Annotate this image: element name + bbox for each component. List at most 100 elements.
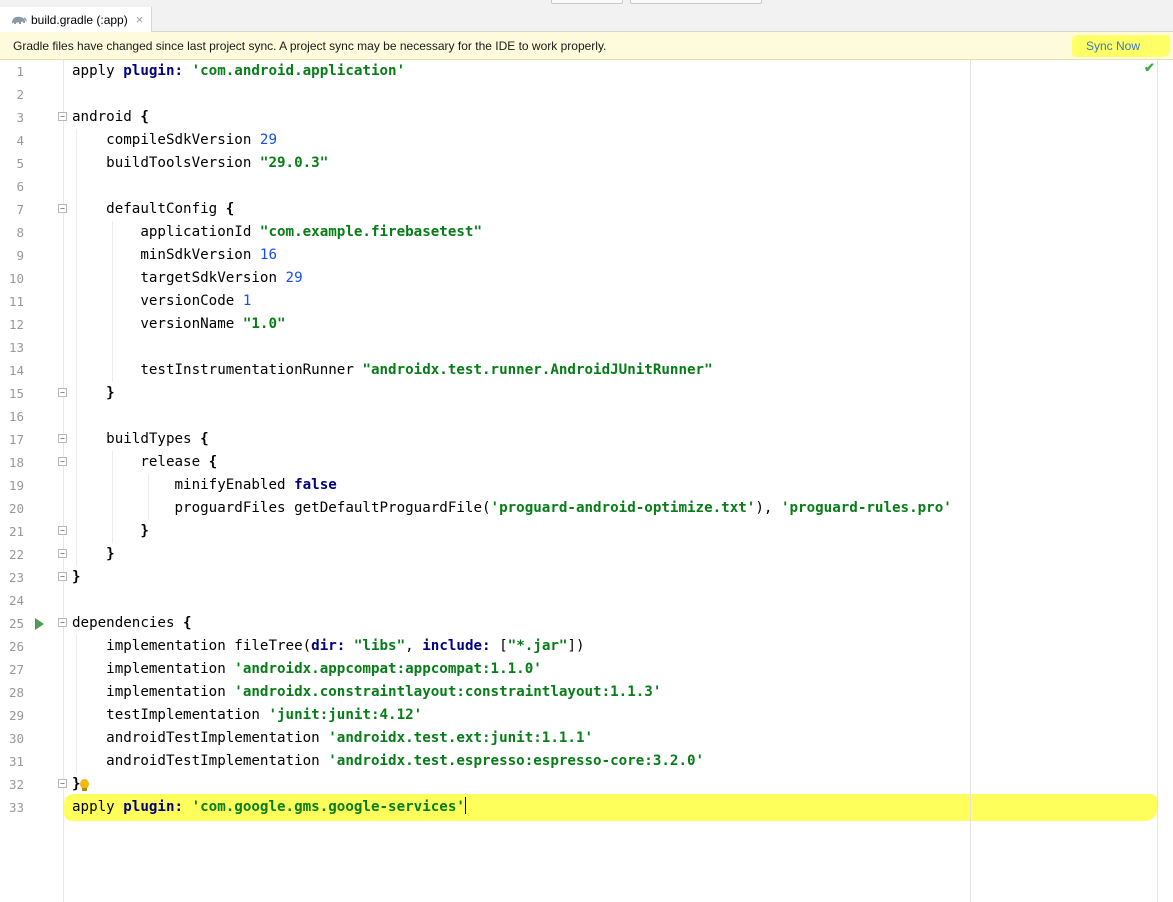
code-text: minSdkVersion 16	[72, 244, 277, 267]
code-line[interactable]: 18 release {	[0, 451, 1173, 474]
code-text: versionCode 1	[72, 290, 251, 313]
line-number: 17	[8, 432, 24, 447]
code-token: minifyEnabled	[72, 477, 295, 493]
fold-toggle-icon[interactable]	[58, 388, 67, 397]
code-text: release {	[72, 451, 217, 474]
code-text: apply plugin: 'com.google.gms.google-ser…	[72, 796, 467, 819]
code-line[interactable]: 7 defaultConfig {	[0, 198, 1173, 221]
code-editor[interactable]: 1 apply plugin: 'com.android.application'…	[0, 60, 1173, 902]
code-line[interactable]: 26 implementation fileTree(dir: "libs", …	[0, 635, 1173, 658]
line-number: 14	[8, 363, 24, 378]
code-text: }	[72, 566, 81, 589]
code-line[interactable]: 33 apply plugin: 'com.google.gms.google-s…	[0, 796, 1173, 819]
line-number: 3	[16, 110, 24, 125]
fold-toggle-icon[interactable]	[58, 457, 67, 466]
fold-toggle-icon[interactable]	[58, 434, 67, 443]
toolbar-tab-stub	[630, 0, 762, 4]
code-token: [	[499, 638, 508, 654]
code-token: }	[140, 523, 149, 539]
code-line[interactable]: 22 }	[0, 543, 1173, 566]
code-line[interactable]: 15 }	[0, 382, 1173, 405]
code-line[interactable]: 23}	[0, 566, 1173, 589]
line-number: 2	[16, 87, 24, 102]
code-text: }	[72, 520, 149, 543]
code-token: compileSdkVersion	[72, 132, 260, 148]
code-line[interactable]: 9 minSdkVersion 16	[0, 244, 1173, 267]
code-token: {	[225, 201, 235, 217]
fold-toggle-icon[interactable]	[58, 779, 67, 788]
line-number: 24	[8, 593, 24, 608]
code-line[interactable]: 14 testInstrumentationRunner "androidx.t…	[0, 359, 1173, 382]
code-line[interactable]: 27 implementation 'androidx.appcompat:ap…	[0, 658, 1173, 681]
code-text: versionName "1.0"	[72, 313, 285, 336]
fold-toggle-icon[interactable]	[58, 549, 67, 558]
code-token: 29	[285, 270, 303, 286]
fold-toggle-icon[interactable]	[58, 526, 67, 535]
code-line[interactable]: 25 dependencies {	[0, 612, 1173, 635]
code-token: 'com.google.gms.google-services'	[191, 799, 465, 815]
code-text: implementation 'androidx.constraintlayou…	[72, 681, 661, 704]
line-number: 28	[8, 685, 24, 700]
code-line[interactable]: 3 android {	[0, 106, 1173, 129]
fold-toggle-icon[interactable]	[58, 572, 67, 581]
code-token: minSdkVersion	[72, 247, 260, 263]
code-line[interactable]: 20 proguardFiles getDefaultProguardFile(…	[0, 497, 1173, 520]
sync-now-link[interactable]: Sync Now	[1072, 35, 1170, 57]
lightbulb-icon[interactable]	[80, 779, 89, 791]
code-token: ),	[755, 500, 781, 516]
code-token: buildTypes	[72, 431, 201, 447]
code-line[interactable]: 29 testImplementation 'junit:junit:4.12'	[0, 704, 1173, 727]
line-number: 4	[16, 133, 24, 148]
code-token: ,	[405, 638, 423, 654]
indent-guide	[148, 474, 149, 520]
close-icon[interactable]: ×	[136, 13, 144, 26]
code-line[interactable]: 2	[0, 83, 1173, 106]
code-line[interactable]: 16	[0, 405, 1173, 428]
fold-toggle-icon[interactable]	[58, 112, 67, 121]
code-token: "libs"	[353, 638, 406, 654]
code-line[interactable]: 24	[0, 589, 1173, 612]
code-line[interactable]: 19 minifyEnabled false	[0, 474, 1173, 497]
code-token: dir:	[311, 638, 354, 654]
code-line[interactable]: 21 }	[0, 520, 1173, 543]
code-line[interactable]: 4 compileSdkVersion 29	[0, 129, 1173, 152]
line-number: 26	[8, 639, 24, 654]
indent-guide	[76, 129, 77, 566]
fold-toggle-icon[interactable]	[58, 204, 67, 213]
code-line[interactable]: 10 targetSdkVersion 29	[0, 267, 1173, 290]
code-line[interactable]: 8 applicationId "com.example.firebasetes…	[0, 221, 1173, 244]
line-number: 31	[8, 754, 24, 769]
error-stripe[interactable]	[1157, 60, 1158, 902]
code-text: }	[72, 543, 115, 566]
code-text: }	[72, 773, 81, 796]
code-line[interactable]: 1 apply plugin: 'com.android.application'	[0, 60, 1173, 83]
line-number: 6	[16, 179, 24, 194]
tab-build-gradle[interactable]: build.gradle (:app) ×	[0, 7, 153, 32]
banner-message: Gradle files have changed since last pro…	[13, 38, 607, 53]
code-token: include:	[422, 638, 500, 654]
line-number: 18	[8, 455, 24, 470]
code-text: implementation 'androidx.appcompat:appco…	[72, 658, 542, 681]
code-line[interactable]: 31 androidTestImplementation 'androidx.t…	[0, 750, 1173, 773]
code-token: buildToolsVersion	[72, 155, 260, 171]
code-line[interactable]: 13	[0, 336, 1173, 359]
code-token: dependencies	[72, 615, 184, 631]
fold-toggle-icon[interactable]	[58, 618, 67, 627]
code-token: proguardFiles getDefaultProguardFile(	[72, 500, 491, 516]
code-token: android	[72, 109, 141, 125]
code-line[interactable]: 11 versionCode 1	[0, 290, 1173, 313]
code-line[interactable]: 12 versionName "1.0"	[0, 313, 1173, 336]
code-token: applicationId	[72, 224, 260, 240]
code-token: implementation	[72, 684, 235, 700]
code-token: targetSdkVersion	[72, 270, 286, 286]
code-line[interactable]: 6	[0, 175, 1173, 198]
code-token: {	[183, 615, 192, 631]
code-line[interactable]: 30 androidTestImplementation 'androidx.t…	[0, 727, 1173, 750]
code-line[interactable]: 17 buildTypes {	[0, 428, 1173, 451]
code-line[interactable]: 5 buildToolsVersion "29.0.3"	[0, 152, 1173, 175]
code-line[interactable]: 32}	[0, 773, 1173, 796]
tab-label: build.gradle (:app)	[31, 12, 128, 27]
run-icon[interactable]	[35, 618, 44, 630]
code-line[interactable]: 28 implementation 'androidx.constraintla…	[0, 681, 1173, 704]
